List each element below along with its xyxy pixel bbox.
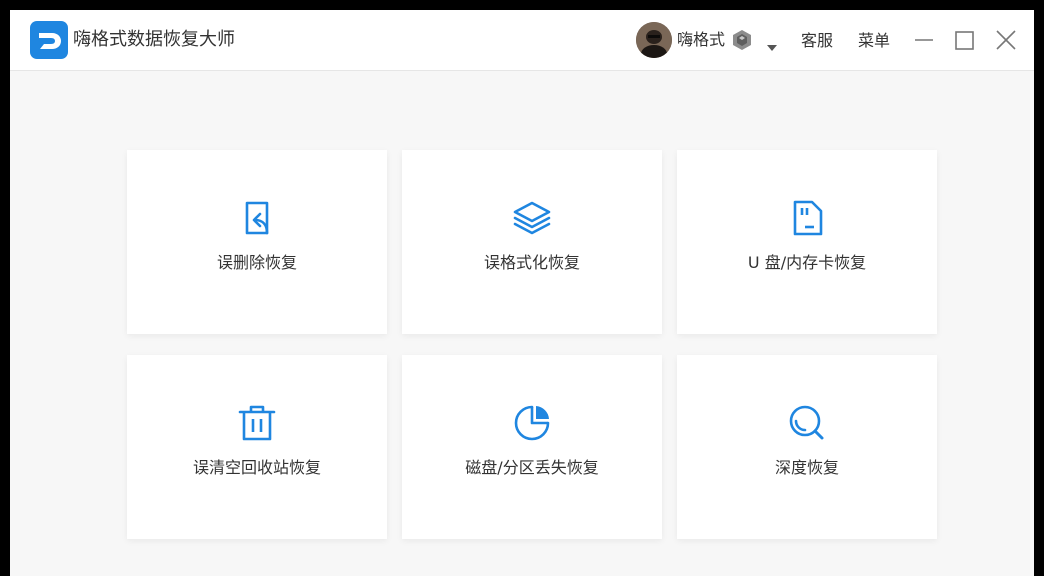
title-bar: 嗨格式数据恢复大师 嗨格式 客服 菜单 — [10, 10, 1034, 71]
menu-link[interactable]: 菜单 — [858, 30, 890, 52]
avatar-icon[interactable] — [636, 22, 672, 58]
card-label: U 盘/内存卡恢复 — [747, 253, 867, 272]
card-partition-recovery[interactable]: 磁盘/分区丢失恢复 — [402, 355, 662, 539]
card-label: 磁盘/分区丢失恢复 — [465, 458, 599, 477]
close-button[interactable] — [994, 29, 1018, 53]
pie-chart-icon — [514, 405, 550, 441]
card-usb-sd-recovery[interactable]: U 盘/内存卡恢复 — [677, 150, 937, 334]
app-window: 嗨格式数据恢复大师 嗨格式 客服 菜单 误删除恢复 误格式化恢复 U 盘/内存卡… — [10, 10, 1034, 576]
layers-icon — [513, 201, 551, 235]
app-title: 嗨格式数据恢复大师 — [73, 29, 235, 50]
minimize-icon — [915, 39, 933, 41]
maximize-button[interactable] — [952, 29, 976, 53]
card-label: 深度恢复 — [774, 458, 839, 477]
card-deleted-recovery[interactable]: 误删除恢复 — [127, 150, 387, 334]
card-label: 误清空回收站恢复 — [192, 458, 321, 477]
user-name[interactable]: 嗨格式 — [677, 29, 725, 51]
chevron-down-icon[interactable] — [766, 37, 778, 56]
search-icon — [789, 405, 824, 440]
card-label: 误删除恢复 — [216, 253, 297, 272]
trash-icon — [238, 405, 276, 441]
vip-badge-icon — [731, 29, 753, 55]
card-label: 误格式化恢复 — [483, 253, 580, 272]
card-recycle-bin-recovery[interactable]: 误清空回收站恢复 — [127, 355, 387, 539]
card-deep-recovery[interactable]: 深度恢复 — [677, 355, 937, 539]
close-icon — [996, 30, 1016, 50]
card-format-recovery[interactable]: 误格式化恢复 — [402, 150, 662, 334]
maximize-icon — [955, 31, 974, 50]
app-logo-icon — [30, 21, 68, 59]
sd-card-icon — [793, 200, 823, 236]
minimize-button[interactable] — [912, 29, 936, 53]
service-link[interactable]: 客服 — [801, 30, 833, 52]
file-restore-icon — [245, 201, 269, 235]
